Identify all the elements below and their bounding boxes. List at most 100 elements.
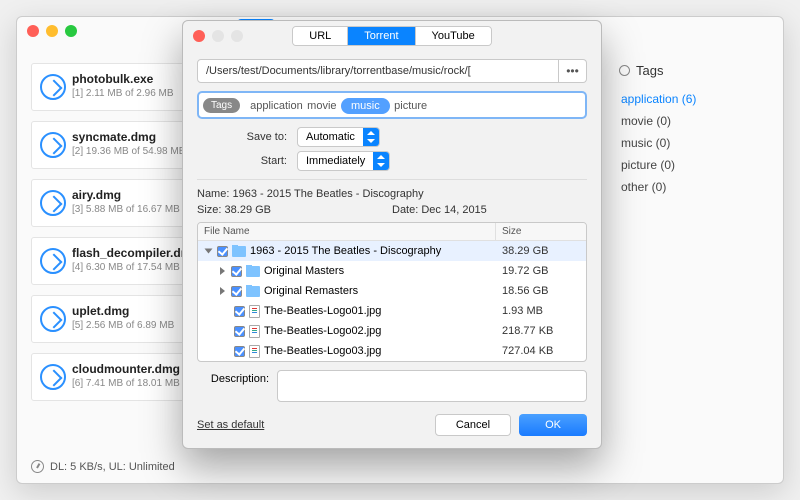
file-name: The-Beatles-Logo02.jpg xyxy=(264,325,381,337)
disclosure-triangle-icon[interactable] xyxy=(220,267,225,275)
download-progress-icon xyxy=(40,364,66,390)
close-icon[interactable] xyxy=(27,25,39,37)
tab-youtube[interactable]: YouTube xyxy=(415,27,491,45)
file-name: The-Beatles-Logo01.jpg xyxy=(264,305,381,317)
download-stats: [2] 19.36 MB of 54.98 MB xyxy=(72,146,200,157)
dialog-minimize-icon xyxy=(212,30,224,42)
download-name: cloudmounter.dmg xyxy=(72,362,200,376)
file-size: 38.29 GB xyxy=(496,245,586,257)
file-name: Original Masters xyxy=(264,265,344,277)
file-size: 218.77 KB xyxy=(496,325,586,337)
tab-url[interactable]: URL xyxy=(293,27,347,45)
tag-filter-application[interactable]: application (6) xyxy=(619,88,769,110)
tag-option-movie[interactable]: movie xyxy=(307,100,336,112)
status-bar: DL: 5 KB/s, UL: Unlimited xyxy=(31,460,175,473)
folder-icon xyxy=(232,246,246,257)
download-progress-icon xyxy=(40,74,66,100)
download-progress-icon xyxy=(40,132,66,158)
download-stats: [3] 5.88 MB of 16.67 MB xyxy=(72,204,200,215)
name-value: 1963 - 2015 The Beatles - Discography xyxy=(232,188,423,200)
date-value: Dec 14, 2015 xyxy=(421,204,486,216)
file-row[interactable]: The-Beatles-Logo02.jpg 218.77 KB xyxy=(198,321,586,341)
status-text: DL: 5 KB/s, UL: Unlimited xyxy=(50,461,175,473)
browse-button[interactable]: ••• xyxy=(559,59,587,83)
download-name: airy.dmg xyxy=(72,188,200,202)
start-label: Start: xyxy=(197,155,297,167)
download-stats: [6] 7.41 MB of 18.01 MB xyxy=(72,378,200,389)
file-icon xyxy=(249,345,260,358)
file-row[interactable]: The-Beatles-Logo01.jpg 1.93 MB xyxy=(198,301,586,321)
size-label: Size: xyxy=(197,204,221,216)
download-stats: [5] 2.56 MB of 6.89 MB xyxy=(72,320,200,331)
download-name: photobulk.exe xyxy=(72,72,200,86)
disclosure-triangle-icon[interactable] xyxy=(220,287,225,295)
download-progress-icon xyxy=(40,306,66,332)
tag-filter-other[interactable]: other (0) xyxy=(619,176,769,198)
download-name: uplet.dmg xyxy=(72,304,200,318)
file-name: The-Beatles-Logo03.jpg xyxy=(264,345,381,357)
file-size: 1.93 MB xyxy=(496,305,586,317)
file-checkbox[interactable] xyxy=(234,346,245,357)
name-label: Name: xyxy=(197,188,229,200)
file-row[interactable]: The-Beatles-Logo03.jpg 727.04 KB xyxy=(198,341,586,361)
tag-filter-picture[interactable]: picture (0) xyxy=(619,154,769,176)
description-label: Description: xyxy=(197,370,277,385)
source-tabs: URL Torrent YouTube xyxy=(292,26,492,46)
tab-torrent[interactable]: Torrent xyxy=(347,27,414,45)
file-name: Original Remasters xyxy=(264,285,358,297)
file-checkbox[interactable] xyxy=(217,246,228,257)
tags-sidebar: Tags application (6)movie (0)music (0)pi… xyxy=(619,63,769,198)
file-row[interactable]: Original Masters 19.72 GB xyxy=(198,261,586,281)
download-progress-icon xyxy=(40,248,66,274)
description-input[interactable] xyxy=(277,370,587,402)
download-name: flash_decompiler.dmg xyxy=(72,246,200,260)
tags-header: Tags xyxy=(619,63,769,78)
start-select[interactable]: Immediately xyxy=(297,151,390,171)
file-name: 1963 - 2015 The Beatles - Discography xyxy=(250,245,441,257)
window-controls xyxy=(27,25,77,37)
gauge-icon xyxy=(31,460,44,473)
tag-option-application[interactable]: application xyxy=(250,100,303,112)
tags-label-chip: Tags xyxy=(203,98,240,113)
tags-icon xyxy=(619,65,630,76)
tag-option-music[interactable]: music xyxy=(341,98,390,114)
size-value: 38.29 GB xyxy=(225,204,271,216)
col-filename[interactable]: File Name xyxy=(198,223,496,240)
date-label: Date: xyxy=(392,204,418,216)
tag-option-picture[interactable]: picture xyxy=(394,100,427,112)
tag-selector[interactable]: Tags application movie music picture xyxy=(197,91,587,119)
file-checkbox[interactable] xyxy=(234,326,245,337)
dialog-titlebar: URL Torrent YouTube xyxy=(183,21,601,51)
download-stats: [4] 6.30 MB of 17.54 MB xyxy=(72,262,200,273)
file-icon xyxy=(249,325,260,338)
dialog-close-icon[interactable] xyxy=(193,30,205,42)
download-name: syncmate.dmg xyxy=(72,130,200,144)
cancel-button[interactable]: Cancel xyxy=(435,414,511,436)
file-size: 18.56 GB xyxy=(496,285,586,297)
save-to-select[interactable]: Automatic xyxy=(297,127,380,147)
file-size: 19.72 GB xyxy=(496,265,586,277)
zoom-icon[interactable] xyxy=(65,25,77,37)
download-progress-icon xyxy=(40,190,66,216)
save-to-label: Save to: xyxy=(197,131,297,143)
file-checkbox[interactable] xyxy=(231,266,242,277)
file-size: 727.04 KB xyxy=(496,345,586,357)
path-input[interactable] xyxy=(197,59,559,83)
folder-icon xyxy=(246,266,260,277)
set-default-link[interactable]: Set as default xyxy=(197,419,264,431)
file-row[interactable]: Original Remasters 18.56 GB xyxy=(198,281,586,301)
dialog-zoom-icon xyxy=(231,30,243,42)
chevron-updown-icon xyxy=(373,152,389,170)
minimize-icon[interactable] xyxy=(46,25,58,37)
file-checkbox[interactable] xyxy=(234,306,245,317)
file-row[interactable]: 1963 - 2015 The Beatles - Discography 38.… xyxy=(198,241,586,261)
col-size[interactable]: Size xyxy=(496,223,586,240)
folder-icon xyxy=(246,286,260,297)
download-stats: [1] 2.11 MB of 2.96 MB xyxy=(72,88,200,99)
ok-button[interactable]: OK xyxy=(519,414,587,436)
file-tree: File Name Size 1963 - 2015 The Beatles -… xyxy=(197,222,587,362)
file-checkbox[interactable] xyxy=(231,286,242,297)
tag-filter-movie[interactable]: movie (0) xyxy=(619,110,769,132)
disclosure-triangle-icon[interactable] xyxy=(205,249,213,254)
tag-filter-music[interactable]: music (0) xyxy=(619,132,769,154)
